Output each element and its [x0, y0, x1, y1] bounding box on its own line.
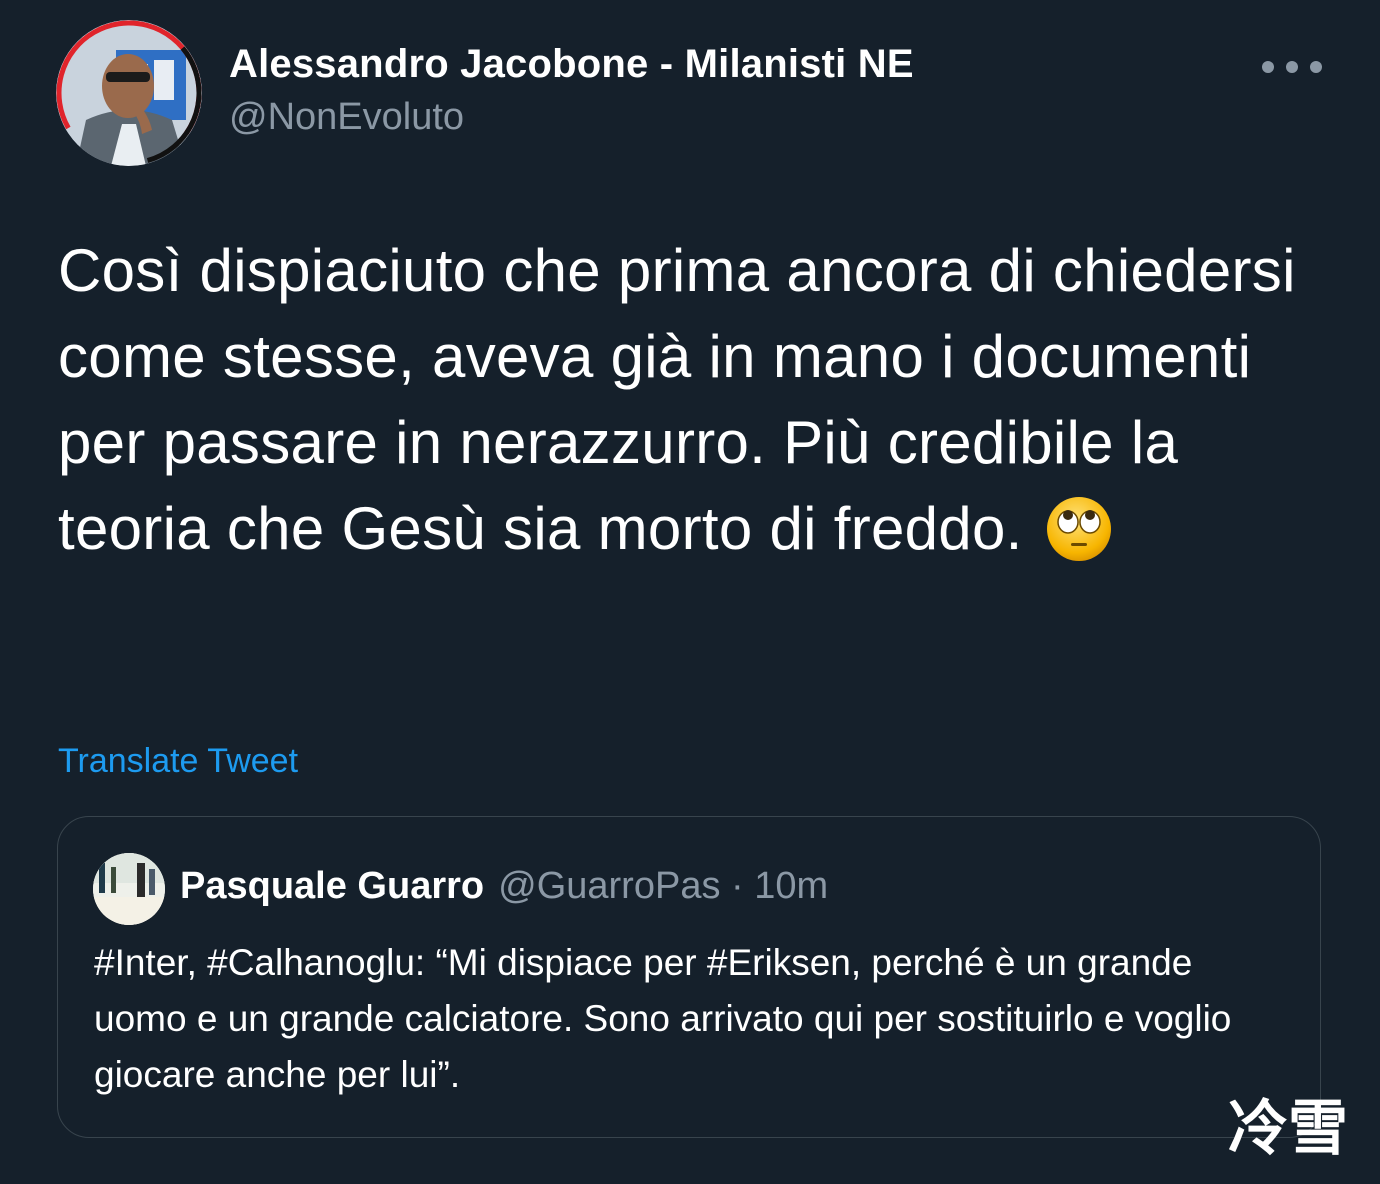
quoted-header: Pasquale Guarro @GuarroPas · 10m — [180, 865, 828, 908]
quoted-tweet-card[interactable]: Pasquale Guarro @GuarroPas · 10m #Inter, … — [57, 816, 1321, 1138]
more-dot — [1262, 61, 1274, 73]
tweet-body: Così dispiaciuto che prima ancora di chi… — [58, 228, 1328, 572]
face-with-rolling-eyes-icon — [1045, 495, 1113, 563]
translate-tweet-link[interactable]: Translate Tweet — [58, 742, 298, 781]
author-name[interactable]: Alessandro Jacobone - Milanisti NE — [229, 42, 914, 87]
quoted-separator: · — [720, 865, 755, 907]
quoted-text: #Inter, #Calhanoglu: “Mi dispiace per #E… — [94, 942, 1232, 1095]
more-horizontal-icon[interactable] — [1262, 54, 1322, 80]
author-avatar[interactable] — [56, 20, 202, 166]
quoted-avatar-image — [93, 853, 165, 925]
author-avatar-image — [56, 20, 202, 166]
quoted-timestamp[interactable]: 10m — [754, 865, 828, 907]
tweet: Alessandro Jacobone - Milanisti NE @NonE… — [0, 0, 1380, 1184]
quoted-author-avatar[interactable] — [93, 853, 165, 925]
more-dot — [1310, 61, 1322, 73]
more-dot — [1286, 61, 1298, 73]
watermark: 冷雪 — [1228, 1094, 1348, 1164]
quoted-author-handle[interactable]: @GuarroPas — [498, 865, 720, 907]
author-handle[interactable]: @NonEvoluto — [229, 96, 464, 139]
quoted-author-name[interactable]: Pasquale Guarro — [180, 865, 484, 907]
